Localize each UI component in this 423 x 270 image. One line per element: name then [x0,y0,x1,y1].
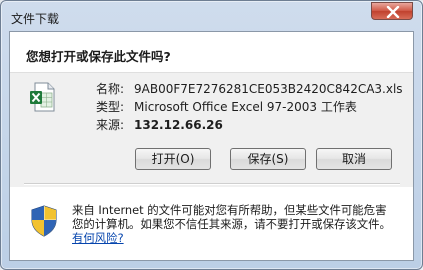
dialog-body: 您想打开或保存此文件吗? 名称: 9AB00F7E7276281CE053B242… [9,31,414,261]
question-header: 您想打开或保存此文件吗? [10,32,413,73]
file-type-row: 类型: Microsoft Office Excel 97-2003 工作表 [96,98,357,115]
window-title: 文件下载 [11,12,60,26]
title-bar[interactable]: 文件下载 [1,1,422,31]
file-source-value: 132.12.66.26 [134,118,223,132]
cancel-button[interactable]: 取消 [316,148,392,170]
file-type-label: 类型: [96,100,125,114]
file-name-row: 名称: 9AB00F7E7276281CE053B2420C842CA3.xls [96,80,403,97]
file-name-value: 9AB00F7E7276281CE053B2420C842CA3.xls [134,82,403,96]
warning-message: 来自 Internet 的文件可能对您有所帮助，但某些文件可能危害您的计算机。如… [72,203,397,245]
file-download-dialog: 文件下载 您想打开或保存此文件吗? 名称: 9AB00F7E7276281CE0… [0,0,423,270]
excel-file-icon [29,82,55,115]
file-source-label: 来源: [96,118,125,132]
file-type-value: Microsoft Office Excel 97-2003 工作表 [134,100,357,114]
close-button[interactable] [371,2,413,20]
security-warning: 来自 Internet 的文件可能对您有所帮助，但某些文件可能危害您的计算机。如… [10,187,413,260]
separator [24,183,400,185]
file-source-row: 来源: 132.12.66.26 [96,116,223,133]
open-button[interactable]: 打开(O) [135,148,211,170]
what-is-the-risk-link[interactable]: 有何风险? [72,231,124,245]
shield-icon [30,205,58,240]
file-name-label: 名称: [96,82,125,96]
save-button[interactable]: 保存(S) [230,148,306,170]
question-text: 您想打开或保存此文件吗? [26,49,171,64]
warning-text: 来自 Internet 的文件可能对您有所帮助，但某些文件可能危害您的计算机。如… [72,203,391,231]
close-icon [386,6,400,18]
